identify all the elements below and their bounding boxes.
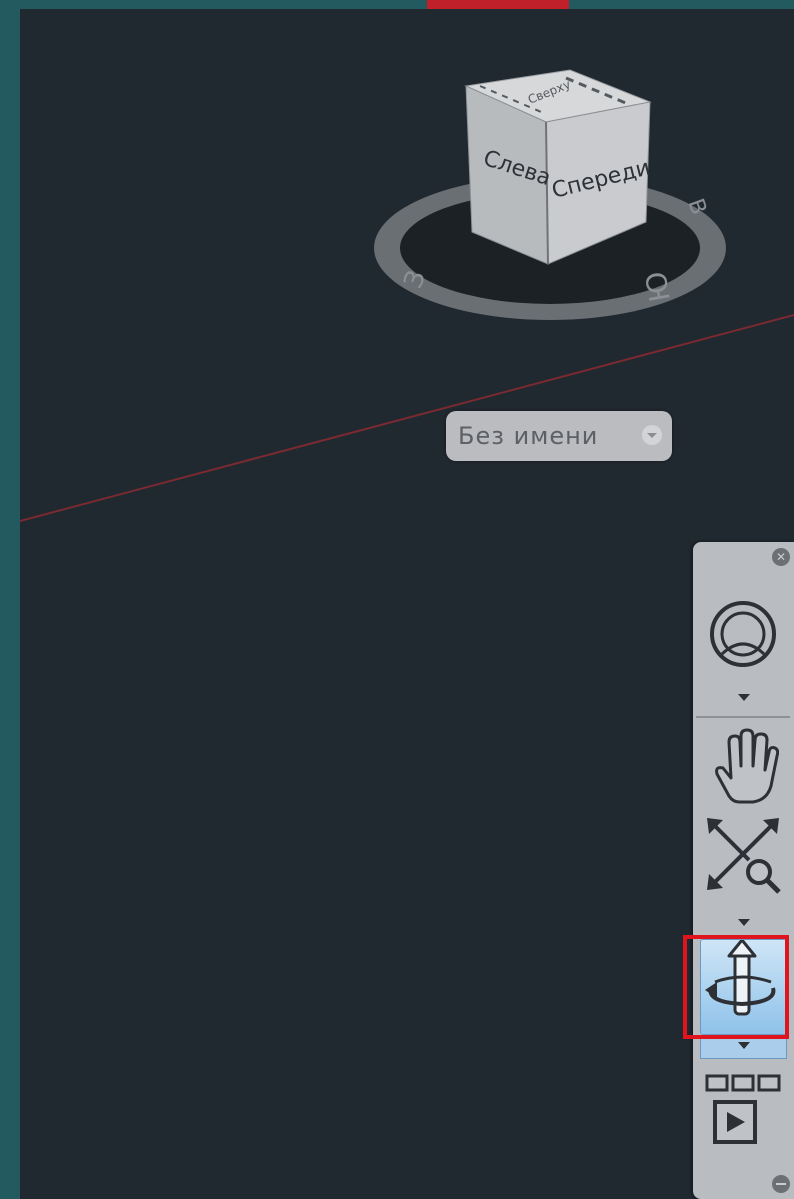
compass-south[interactable]: Ю [639, 269, 677, 305]
view-name-label: Без имени [458, 422, 599, 450]
hand-icon[interactable] [707, 726, 779, 806]
steering-wheel-menu-arrow[interactable] [738, 694, 750, 701]
close-icon[interactable]: ✕ [772, 548, 790, 566]
zoom-menu-arrow[interactable] [738, 919, 750, 926]
orbit-icon [705, 938, 776, 1016]
separator [696, 716, 790, 718]
viewcube[interactable]: С В З Ю Сверху Слева Спереди [370, 64, 730, 344]
orbit-menu-arrow[interactable] [700, 1035, 787, 1059]
showmotion-icon[interactable] [705, 1072, 785, 1156]
compass-east[interactable]: В [682, 196, 711, 219]
nav-bar-options-icon[interactable] [772, 1175, 790, 1193]
drawing-viewport[interactable]: С В З Ю Сверху Слева Спереди Без имени ✕ [20, 9, 794, 1199]
navigation-bar: ✕ [683, 542, 794, 1199]
top-accent-bar [427, 0, 569, 9]
orbit-button[interactable] [700, 938, 787, 1035]
chevron-down-icon[interactable] [642, 425, 662, 445]
zoom-extents-icon[interactable] [703, 814, 783, 894]
steering-wheel-icon[interactable] [707, 598, 779, 670]
view-name-dropdown[interactable]: Без имени [446, 411, 672, 461]
